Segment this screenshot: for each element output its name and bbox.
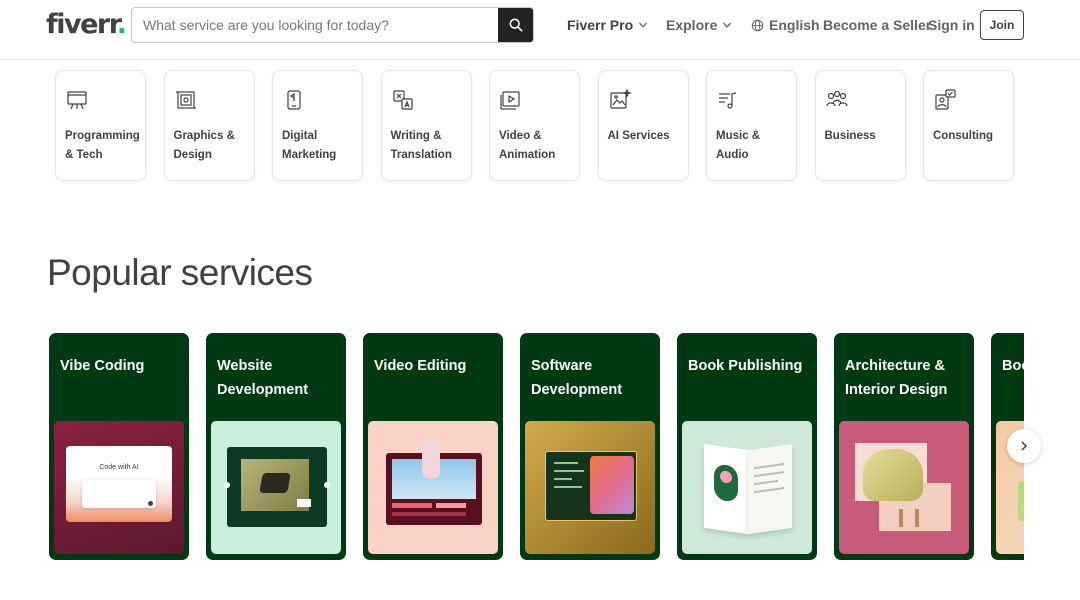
category-label: AI Services xyxy=(607,130,670,142)
video-animation-icon xyxy=(500,91,520,110)
category-label: Graphics & Design xyxy=(173,130,235,161)
category-card-video-animation[interactable]: Video & Animation xyxy=(489,70,580,181)
service-image: Code with AI xyxy=(54,421,184,554)
category-card-business[interactable]: Business xyxy=(814,70,906,181)
service-title: Software Development xyxy=(531,358,623,398)
music-audio-icon xyxy=(719,92,737,109)
fiverr-logo[interactable]: fiverr. xyxy=(46,9,127,40)
nav-explore-label: Explore xyxy=(666,17,718,33)
service-image xyxy=(682,421,812,554)
category-list: Programming & Tech Graphics & Design Dig… xyxy=(55,70,1014,181)
service-title: Vibe Coding xyxy=(60,358,145,374)
service-image xyxy=(525,421,655,554)
consulting-icon xyxy=(935,89,956,110)
digital-marketing-icon xyxy=(287,90,301,110)
popular-services-title: Popular services xyxy=(47,252,313,293)
search-bar xyxy=(131,7,534,43)
service-image xyxy=(839,421,969,554)
service-title: Book Publishing xyxy=(688,358,803,374)
nav-language-label: English xyxy=(769,17,820,33)
service-card-architecture-interior-design[interactable]: Architecture & Interior Design xyxy=(834,333,974,560)
join-button[interactable]: Join xyxy=(980,10,1024,40)
logo-text: fiverr xyxy=(46,9,118,40)
site-header: fiverr. Fiverr Pro Explore English Becom… xyxy=(0,0,1080,60)
service-card-video-editing[interactable]: Video Editing xyxy=(363,333,503,560)
service-card-vibe-coding[interactable]: Vibe Coding Code with AI xyxy=(49,333,189,560)
search-button[interactable] xyxy=(498,8,533,42)
service-card-software-development[interactable]: Software Development xyxy=(520,333,660,560)
graphics-design-icon xyxy=(175,91,196,109)
category-label: Music & Audio xyxy=(716,130,761,161)
writing-translation-icon xyxy=(392,90,413,110)
service-title: Video Editing xyxy=(374,358,467,374)
service-title: Architecture & Interior Design xyxy=(845,358,948,398)
programming-icon xyxy=(67,91,87,110)
globe-icon xyxy=(751,19,764,31)
category-label: Video & Animation xyxy=(499,130,556,161)
category-label: Digital Marketing xyxy=(282,130,337,161)
nav-explore[interactable]: Explore xyxy=(666,17,732,33)
nav-fiverr-pro-label: Fiverr Pro xyxy=(567,17,634,33)
chevron-right-icon xyxy=(1021,441,1028,451)
category-card-programming-tech[interactable]: Programming & Tech xyxy=(55,70,146,181)
chevron-down-icon xyxy=(639,22,648,28)
search-icon xyxy=(509,18,522,32)
category-label: Writing & Translation xyxy=(390,130,452,161)
category-label: Programming & Tech xyxy=(65,130,140,161)
service-card-book-publishing[interactable]: Book Publishing xyxy=(677,333,817,560)
category-card-digital-marketing[interactable]: Digital Marketing xyxy=(272,70,363,181)
category-card-ai-services[interactable]: AI Services xyxy=(597,70,689,181)
service-image xyxy=(211,421,341,554)
popular-services-carousel: Vibe Coding Code with AI Website Develop… xyxy=(49,333,1024,561)
category-card-consulting[interactable]: Consulting xyxy=(923,70,1014,181)
chevron-down-icon xyxy=(723,22,732,28)
category-label: Consulting xyxy=(933,130,994,142)
nav-sign-in[interactable]: Sign in xyxy=(928,17,975,33)
category-card-graphics-design[interactable]: Graphics & Design xyxy=(163,70,255,181)
category-card-writing-translation[interactable]: Writing & Translation xyxy=(380,70,472,181)
nav-become-seller-label: Become a Seller xyxy=(823,17,932,33)
nav-language[interactable]: English xyxy=(751,17,820,33)
service-title: Website Development xyxy=(217,358,309,398)
category-label: Business xyxy=(824,130,876,142)
logo-dot: . xyxy=(116,9,127,40)
service-title: Book Design xyxy=(1002,358,1024,374)
service-image xyxy=(368,421,498,554)
nav-become-seller[interactable]: Become a Seller xyxy=(823,17,931,33)
service-card-website-development[interactable]: Website Development xyxy=(206,333,346,560)
service-image-caption: Code with AI xyxy=(99,464,139,471)
business-icon xyxy=(825,90,848,107)
carousel-next-button[interactable] xyxy=(1007,429,1041,463)
nav-fiverr-pro[interactable]: Fiverr Pro xyxy=(567,17,648,33)
nav-sign-in-label: Sign in xyxy=(928,17,975,33)
ai-services-icon xyxy=(609,88,632,109)
category-card-music-audio[interactable]: Music & Audio xyxy=(706,70,797,181)
search-input[interactable] xyxy=(132,8,500,42)
